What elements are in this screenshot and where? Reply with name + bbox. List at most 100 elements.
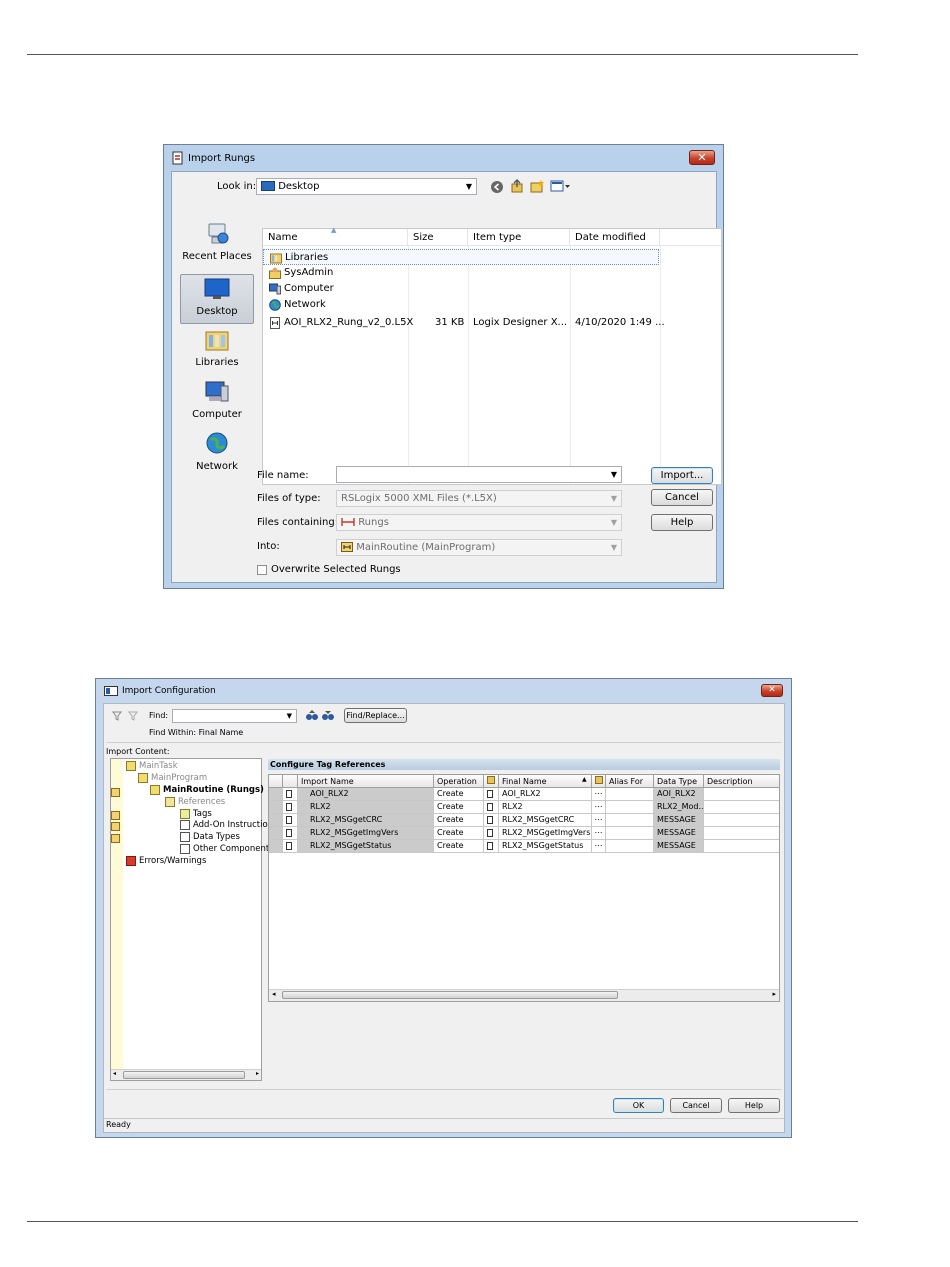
other-components-icon — [180, 844, 190, 854]
ellipsis-cell[interactable]: ⋯ — [592, 801, 606, 814]
filter-clear-icon[interactable] — [128, 711, 138, 721]
find-previous-icon[interactable] — [305, 708, 319, 722]
import-name-cell: RLX2_MSGgetStatus — [298, 840, 434, 853]
file-list[interactable]: Name Size Item type Date modified ▲ Libr… — [262, 226, 722, 485]
ellipsis-cell[interactable]: ⋯ — [592, 814, 606, 827]
tree-node-other-components[interactable]: Other Components — [180, 844, 274, 854]
import-config-close-button[interactable]: ✕ — [761, 684, 783, 697]
operation-cell[interactable]: Create — [434, 840, 484, 853]
description-cell[interactable] — [704, 788, 779, 801]
final-name-cell[interactable]: RLX2_MSGgetStatus — [499, 840, 592, 853]
list-item[interactable]: AOI_RLX2_Rung_v2_0.L5X 31 KB Logix Desig… — [263, 315, 665, 331]
grid-scroll-thumb[interactable] — [282, 991, 618, 999]
place-computer[interactable]: Computer — [180, 378, 254, 428]
tree-horizontal-scrollbar[interactable]: ◂ ▸ — [111, 1069, 261, 1080]
find-next-icon[interactable] — [321, 708, 335, 722]
document-icon — [487, 803, 493, 811]
operation-cell[interactable]: Create — [434, 814, 484, 827]
ellipsis-cell[interactable]: ⋯ — [592, 788, 606, 801]
final-name-cell[interactable]: RLX2_MSGgetImgVers — [499, 827, 592, 840]
up-folder-icon[interactable] — [510, 179, 524, 193]
grid-horizontal-scrollbar[interactable]: ◂ ▸ — [269, 989, 779, 1001]
view-menu-icon[interactable] — [550, 179, 572, 193]
row-selector[interactable] — [269, 801, 283, 814]
place-label: Computer — [192, 409, 242, 420]
alias-for-cell[interactable] — [606, 814, 654, 827]
final-name-cell[interactable]: RLX2_MSGgetCRC — [499, 814, 592, 827]
place-recent-places[interactable]: Recent Places — [180, 220, 254, 270]
import-rungs-close-button[interactable]: ✕ — [689, 150, 715, 165]
new-folder-icon[interactable] — [530, 179, 545, 193]
ok-button[interactable]: OK — [613, 1098, 664, 1113]
scroll-right-icon: ▸ — [772, 990, 776, 998]
tree-node-tags[interactable]: Tags — [180, 809, 212, 819]
place-network[interactable]: Network — [180, 430, 254, 480]
ellipsis-cell[interactable]: ⋯ — [592, 840, 606, 853]
place-desktop[interactable]: Desktop — [180, 274, 254, 324]
filter-icon[interactable] — [112, 711, 122, 721]
alias-for-cell[interactable] — [606, 788, 654, 801]
look-in-label: Look in: — [217, 181, 257, 192]
column-size[interactable]: Size — [408, 229, 468, 246]
alias-for-cell[interactable] — [606, 801, 654, 814]
tree-scroll-thumb[interactable] — [123, 1071, 245, 1079]
document-icon — [487, 790, 493, 798]
row-doc-cell — [484, 840, 499, 853]
row-selector[interactable] — [269, 788, 283, 801]
description-cell[interactable] — [704, 827, 779, 840]
final-name-cell[interactable]: AOI_RLX2 — [499, 788, 592, 801]
row-selector[interactable] — [269, 840, 283, 853]
tree-node-label: Tags — [193, 809, 212, 819]
tree-node-errors-warnings[interactable]: Errors/Warnings — [126, 856, 206, 866]
tag-icon — [286, 803, 292, 811]
cancel-button[interactable]: Cancel — [651, 489, 713, 506]
chevron-down-icon: ▼ — [286, 712, 292, 720]
column-item-type[interactable]: Item type — [468, 229, 570, 246]
tree-node-add-on-instructions[interactable]: Add-On Instructio — [180, 820, 268, 830]
find-combo[interactable]: ▼ — [172, 709, 297, 723]
tree-node-main-routine[interactable]: MainRoutine (Rungs) — [150, 785, 264, 795]
list-item[interactable]: Network — [263, 297, 659, 313]
tree-node-main-task[interactable]: MainTask — [126, 761, 178, 771]
row-selector[interactable] — [269, 827, 283, 840]
import-config-client: Find: ▼ Find/Replace... Find Within: Fin… — [103, 703, 785, 1133]
list-item[interactable]: Libraries — [263, 249, 659, 265]
help-button[interactable]: Help — [728, 1098, 780, 1113]
look-in-combo[interactable]: Desktop ▼ — [256, 178, 477, 195]
list-item[interactable]: Computer — [263, 281, 659, 297]
tree-node-data-types[interactable]: Data Types — [180, 832, 240, 842]
description-cell[interactable] — [704, 840, 779, 853]
description-cell[interactable] — [704, 814, 779, 827]
operation-cell[interactable]: Create — [434, 801, 484, 814]
column-final-name[interactable]: Final Name — [499, 775, 592, 788]
description-cell[interactable] — [704, 801, 779, 814]
import-button[interactable]: Import... — [651, 467, 713, 484]
place-libraries[interactable]: Libraries — [180, 326, 254, 376]
column-data-type[interactable]: Data Type — [654, 775, 704, 788]
alias-for-cell[interactable] — [606, 827, 654, 840]
find-replace-button[interactable]: Find/Replace... — [344, 708, 407, 723]
column-date-modified[interactable]: Date modified — [570, 229, 660, 246]
column-import-name[interactable]: Import Name — [298, 775, 434, 788]
import-content-tree[interactable]: MainTask MainProgram MainRoutine (Rungs)… — [110, 758, 274, 1081]
back-icon[interactable] — [490, 180, 504, 194]
column-description[interactable]: Description — [704, 775, 779, 788]
column-alias-for[interactable]: Alias For — [606, 775, 654, 788]
document-icon — [487, 816, 493, 824]
tag-references-grid[interactable]: Import Name Operation Final Name Alias F… — [268, 774, 780, 1002]
final-name-cell[interactable]: RLX2 — [499, 801, 592, 814]
alias-for-cell[interactable] — [606, 840, 654, 853]
operation-cell[interactable]: Create — [434, 827, 484, 840]
row-selector[interactable] — [269, 814, 283, 827]
file-name-input[interactable]: ▼ — [336, 466, 622, 483]
column-operation[interactable]: Operation — [434, 775, 484, 788]
overwrite-checkbox[interactable] — [257, 565, 267, 575]
help-button[interactable]: Help — [651, 514, 713, 531]
ellipsis-cell[interactable]: ⋯ — [592, 827, 606, 840]
tree-node-main-program[interactable]: MainProgram — [138, 773, 207, 783]
column-icon-2 — [592, 775, 606, 788]
operation-cell[interactable]: Create — [434, 788, 484, 801]
cancel-button[interactable]: Cancel — [670, 1098, 722, 1113]
tree-node-references[interactable]: References — [165, 797, 225, 807]
list-item[interactable]: SysAdmin — [263, 265, 659, 281]
